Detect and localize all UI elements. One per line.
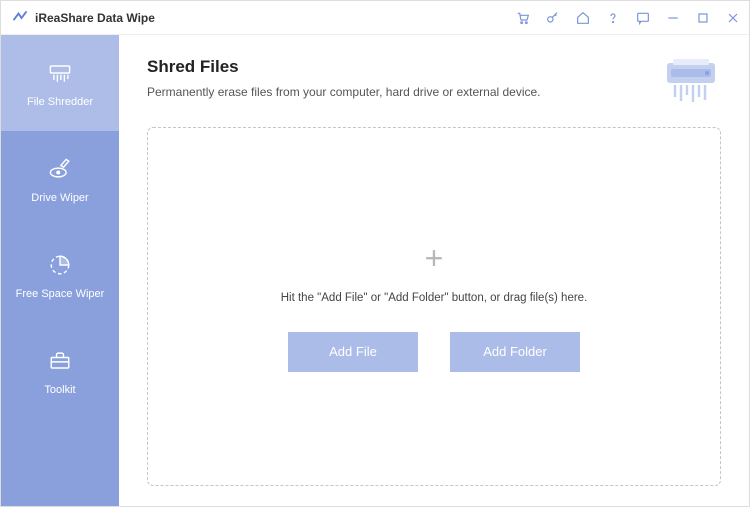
sidebar-item-toolkit[interactable]: Toolkit	[1, 323, 119, 419]
free-space-icon	[45, 250, 75, 280]
plus-icon: +	[425, 242, 444, 274]
sidebar: File Shredder Drive Wiper Free Space Wip…	[1, 35, 119, 506]
sidebar-item-label: Toolkit	[44, 384, 75, 396]
main-content: Shred Files Permanently erase files from…	[119, 35, 749, 506]
sidebar-item-label: File Shredder	[27, 96, 93, 108]
minimize-icon[interactable]	[665, 10, 681, 26]
close-icon[interactable]	[725, 10, 741, 26]
sidebar-item-label: Free Space Wiper	[16, 288, 105, 300]
drive-wiper-icon	[45, 154, 75, 184]
page-subtitle: Permanently erase files from your comput…	[147, 85, 651, 99]
feedback-icon[interactable]	[635, 10, 651, 26]
page-title: Shred Files	[147, 57, 651, 77]
titlebar: iReaShare Data Wipe	[1, 1, 749, 35]
sidebar-item-drive-wiper[interactable]: Drive Wiper	[1, 131, 119, 227]
shredder-icon	[45, 58, 75, 88]
app-logo-icon	[11, 9, 29, 27]
toolkit-icon	[45, 346, 75, 376]
add-folder-button[interactable]: Add Folder	[450, 332, 580, 372]
sidebar-item-label: Drive Wiper	[31, 192, 88, 204]
help-icon[interactable]	[605, 10, 621, 26]
titlebar-actions	[515, 10, 741, 26]
dropzone-hint: Hit the "Add File" or "Add Folder" butto…	[281, 292, 588, 304]
sidebar-item-free-space-wiper[interactable]: Free Space Wiper	[1, 227, 119, 323]
app-title: iReaShare Data Wipe	[35, 11, 155, 25]
add-file-button[interactable]: Add File	[288, 332, 418, 372]
home-icon[interactable]	[575, 10, 591, 26]
maximize-icon[interactable]	[695, 10, 711, 26]
app-window: iReaShare Data Wipe	[0, 0, 750, 507]
dropzone[interactable]: + Hit the "Add File" or "Add Folder" but…	[147, 127, 721, 486]
sidebar-item-file-shredder[interactable]: File Shredder	[1, 35, 119, 131]
shredder-illustration-icon	[661, 57, 721, 107]
cart-icon[interactable]	[515, 10, 531, 26]
key-icon[interactable]	[545, 10, 561, 26]
